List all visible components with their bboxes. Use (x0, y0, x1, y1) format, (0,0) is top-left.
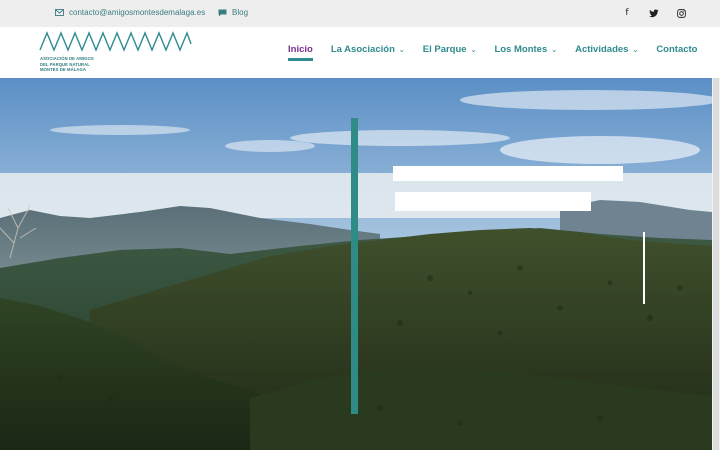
chevron-down-icon: ⌄ (632, 45, 639, 54)
page-scrollbar[interactable] (712, 78, 720, 450)
social-links: f (620, 7, 688, 20)
nav-item-el-parque[interactable]: El Parque ⌄ (423, 44, 477, 55)
nav-item-label: Contacto (656, 44, 698, 55)
envelope-icon (55, 9, 64, 16)
hero-subtext-placeholder (395, 192, 591, 211)
main-nav: Inicio La Asociación ⌄ El Parque ⌄ Los M… (288, 44, 715, 61)
site-header: ASOCIACIÓN DE AMIGOS DEL PARQUE NATURAL … (0, 27, 720, 78)
mountain-zigzag-logo-icon (39, 31, 192, 52)
nav-item-actividades[interactable]: Actividades ⌄ (575, 44, 638, 55)
nav-item-label: Los Montes (494, 44, 548, 55)
logo-line: MONTES DE MÁLAGA (40, 67, 87, 72)
nav-item-label: Actividades (575, 44, 629, 55)
nav-item-la-asociacion[interactable]: La Asociación ⌄ (331, 44, 405, 55)
nav-item-label: Inicio (288, 44, 313, 55)
slider-indicator[interactable] (643, 232, 645, 304)
facebook-icon[interactable]: f (620, 7, 634, 20)
nav-item-label: La Asociación (330, 44, 395, 55)
contact-email-text: contacto@amigosmontesdemalaga.es (69, 8, 206, 17)
nav-item-label: El Parque (422, 44, 467, 55)
blog-label: Blog (232, 8, 249, 17)
chat-icon (218, 9, 227, 16)
chevron-down-icon: ⌄ (551, 45, 558, 54)
twitter-icon[interactable] (647, 7, 661, 20)
contact-email-link[interactable]: contacto@amigosmontesdemalaga.es (55, 8, 205, 17)
nav-item-contacto[interactable]: Contacto (656, 44, 697, 55)
site-logo[interactable]: ASOCIACIÓN DE AMIGOS DEL PARQUE NATURAL … (39, 30, 192, 76)
chevron-down-icon: ⌄ (398, 45, 405, 54)
hero-text-placeholder (393, 166, 623, 181)
chevron-down-icon: ⌄ (470, 45, 477, 54)
top-bar: contacto@amigosmontesdemalaga.es Blog f (0, 0, 720, 27)
logo-text: ASOCIACIÓN DE AMIGOS DEL PARQUE NATURAL … (40, 56, 94, 73)
logo-line: ASOCIACIÓN DE AMIGOS (40, 56, 94, 61)
blog-link[interactable]: Blog (218, 8, 248, 17)
nav-item-inicio[interactable]: Inicio (288, 44, 313, 61)
hero-accent-bar (351, 118, 358, 414)
scrollbar-thumb[interactable] (713, 78, 719, 450)
nav-item-los-montes[interactable]: Los Montes ⌄ (494, 44, 557, 55)
instagram-icon[interactable] (674, 7, 688, 20)
